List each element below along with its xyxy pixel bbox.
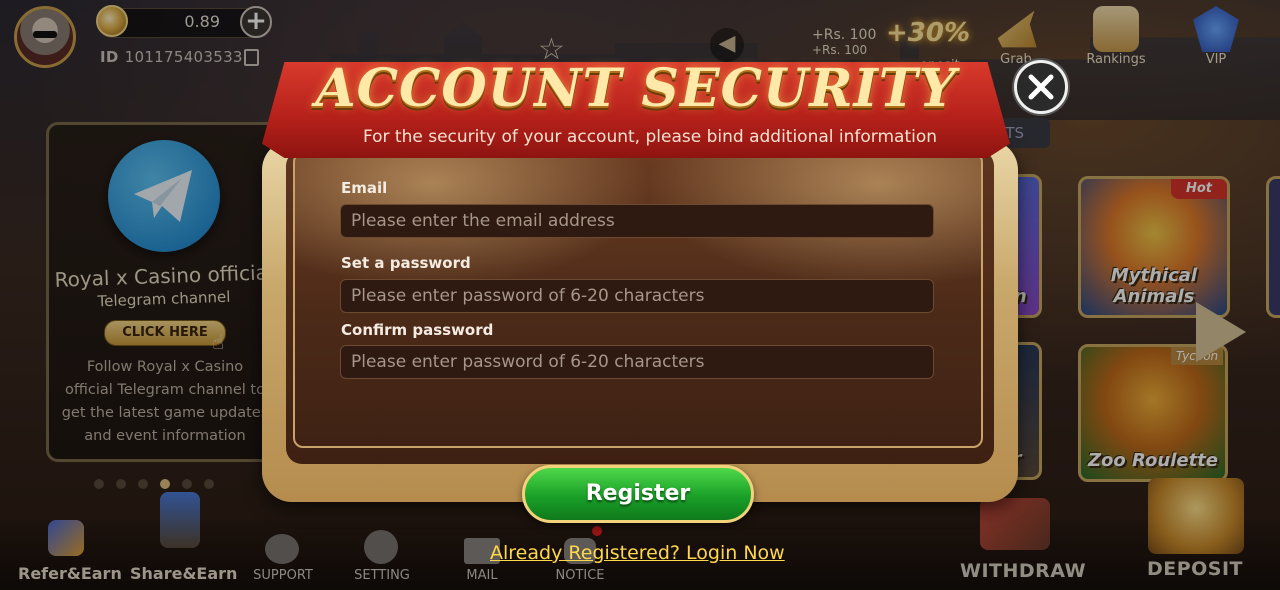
register-button[interactable]: Register	[522, 465, 754, 523]
confirm-password-label: Confirm password	[341, 321, 494, 339]
account-security-modal: ACCOUNT SECURITY For the security of you…	[0, 0, 1280, 590]
modal-subtitle: For the security of your account, please…	[362, 127, 938, 147]
close-button[interactable]	[1014, 60, 1068, 114]
password-label: Set a password	[341, 254, 471, 272]
password-field[interactable]	[340, 279, 934, 313]
confirm-password-field[interactable]	[340, 345, 934, 379]
email-label: Email	[341, 179, 388, 197]
login-link[interactable]: Already Registered? Login Now	[490, 542, 785, 564]
modal-title: ACCOUNT SECURITY	[315, 58, 957, 119]
email-field[interactable]	[340, 204, 934, 238]
close-icon	[1028, 74, 1054, 100]
